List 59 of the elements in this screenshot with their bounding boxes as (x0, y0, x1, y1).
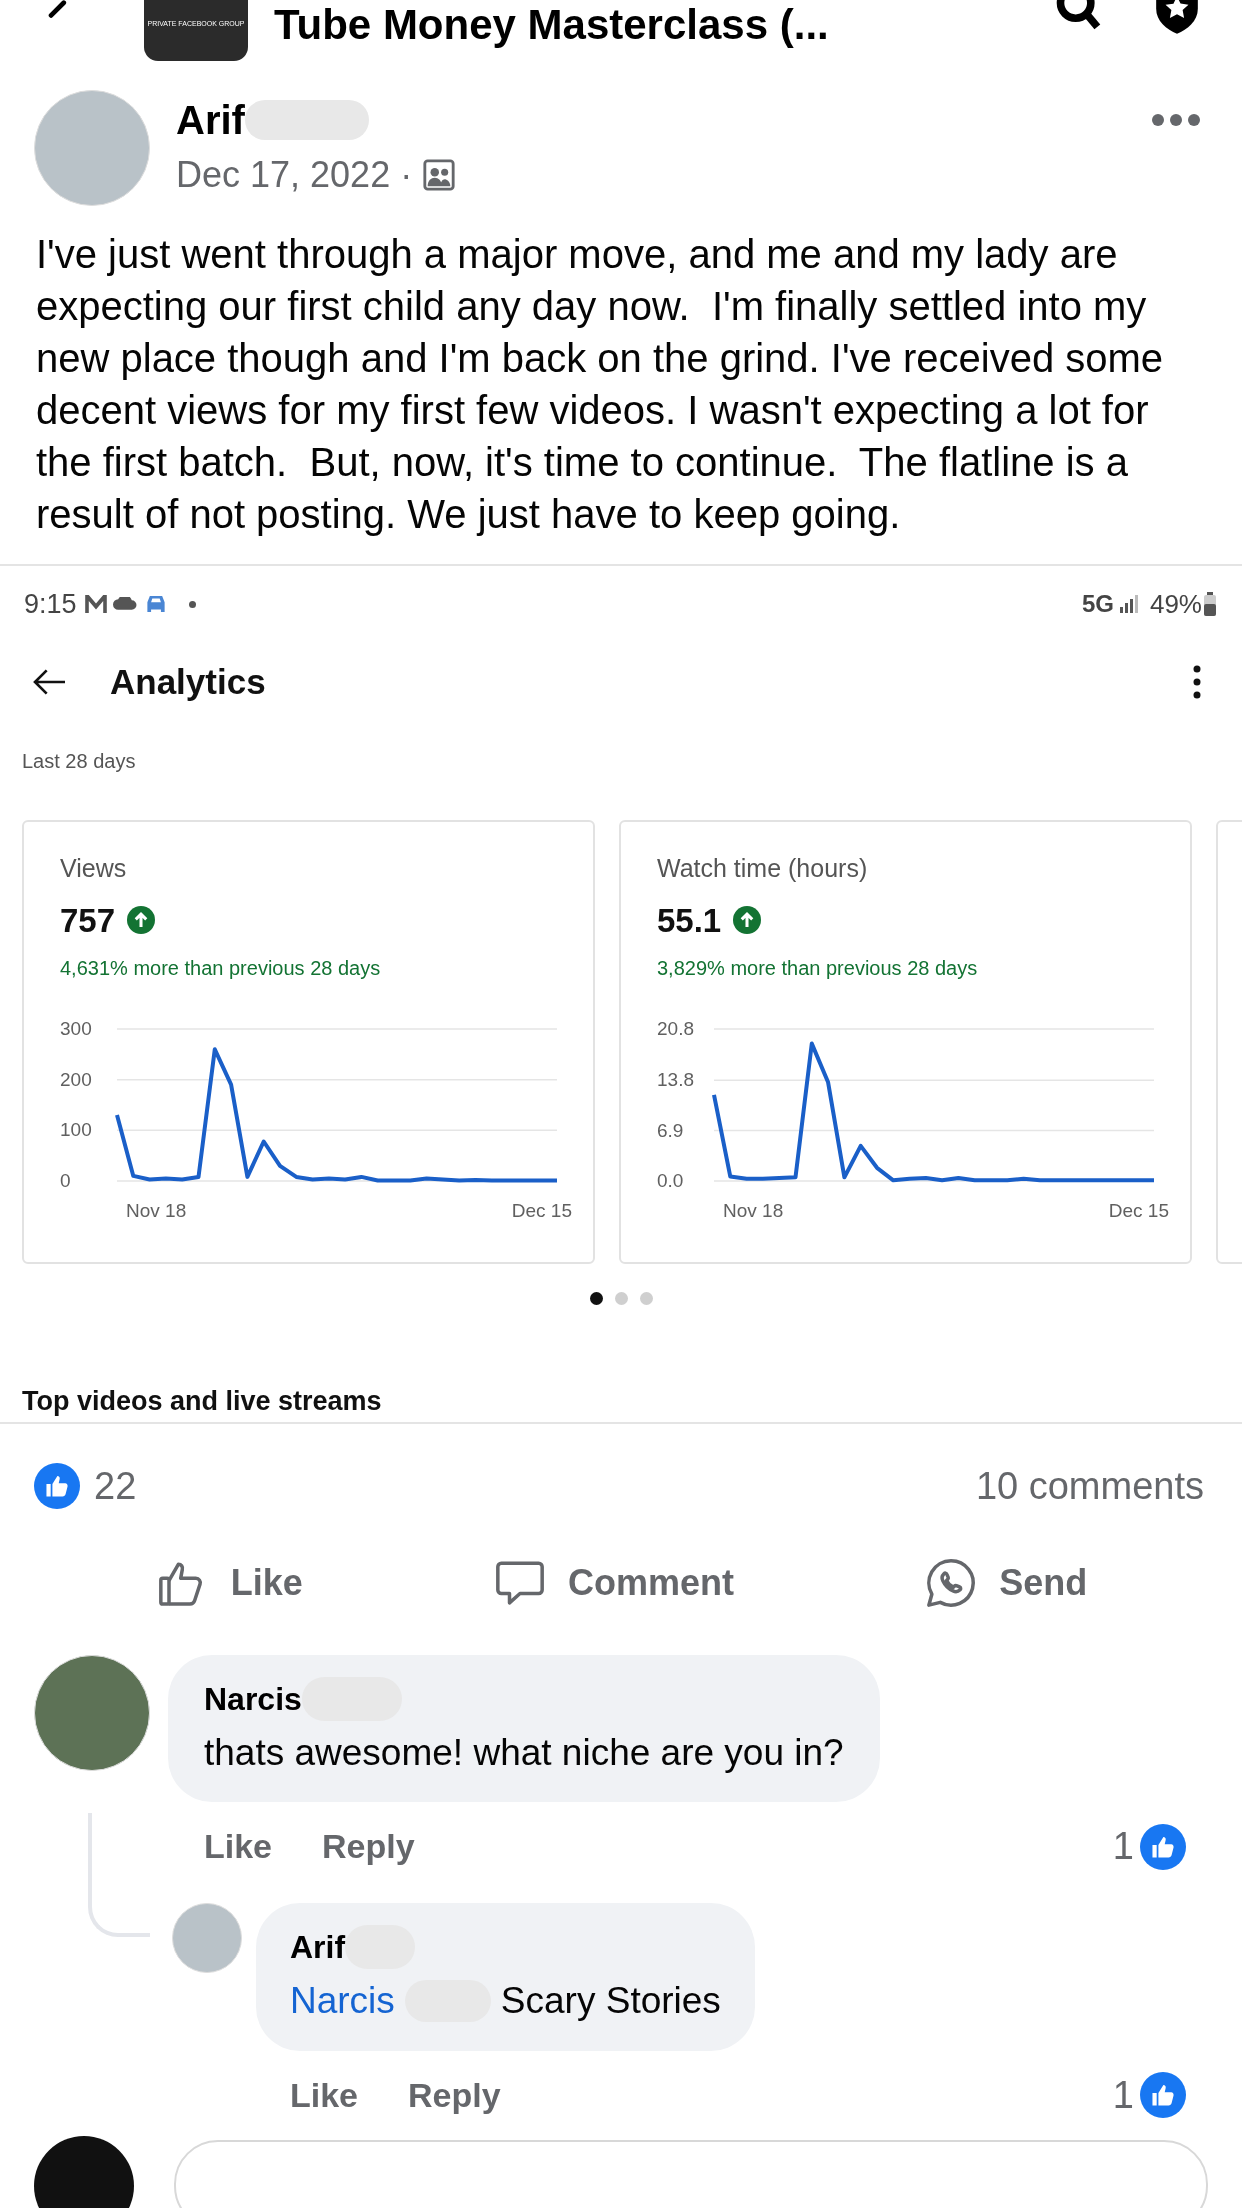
axis-tick-label: Dec 15 (511, 1199, 572, 1223)
axis-tick-label: 20.8 (657, 1019, 694, 1038)
action-button[interactable]: Comment (482, 1554, 744, 1611)
axis-tick-label: 6.9 (657, 1120, 684, 1140)
section-title: Top videos and live streams (21, 1385, 383, 1418)
like-reaction-icon (34, 1463, 80, 1509)
action-button[interactable]: Like (144, 1554, 313, 1611)
battery-icon (1202, 591, 1218, 617)
car-icon (146, 596, 165, 612)
metric-label: Watch time (hours) (657, 853, 869, 884)
comment-like-count: 1 (1112, 2072, 1134, 2118)
reply-link[interactable]: Reply (322, 1821, 415, 1872)
cloud-icon (112, 597, 137, 611)
comment-text: thats awesome! what niche are you in? (204, 1730, 844, 1775)
mention-link[interactable]: Narcis (290, 1973, 395, 2029)
metric-change: 4,631% more than previous 28 days (60, 956, 382, 981)
status-time: 9:15 (24, 587, 77, 621)
comment-like-count: 1 (1112, 1824, 1134, 1869)
comment-author[interactable]: Arif (290, 1923, 346, 1971)
axis-tick-label: Nov 18 (723, 1199, 784, 1223)
axis-tick-label: 100 (60, 1120, 92, 1140)
axis-tick-label: Dec 15 (1108, 1199, 1169, 1223)
author-name[interactable]: Arif (176, 96, 245, 144)
more-vertical-icon[interactable] (1192, 665, 1202, 699)
axis-tick-label: 0.0 (657, 1171, 684, 1190)
comment-text: Scary Stories (500, 1979, 721, 2023)
like-reaction-icon (1140, 1823, 1186, 1870)
group-audience-icon (422, 158, 457, 192)
metric-change: 3,829% more than previous 28 days (657, 956, 979, 981)
battery-percent: 49% (1149, 587, 1202, 621)
notification-dot-icon (188, 600, 196, 608)
axis-tick-label: 300 (60, 1019, 92, 1038)
like-count[interactable]: 22 (94, 1457, 137, 1515)
avatar[interactable] (34, 2135, 134, 2208)
metric-label: Views (60, 853, 128, 884)
comment-count[interactable]: 10 comments (975, 1457, 1204, 1515)
metric-value: 55.1 (657, 900, 722, 941)
metric-value: 757 (60, 900, 116, 941)
comment-input-field[interactable] (174, 2139, 1208, 2208)
comment-author[interactable]: Narcis (204, 1674, 302, 1723)
like-link[interactable]: Like (290, 2069, 359, 2121)
post-text: I've just went through a major move, and me and my lady are expecting our first child any day now. I'm finally settled into my new place though and I'm back on the grind. I've received some decent views for my first few videos. I wasn't expecting a lot for the first batch. But, now, it's time to continue. The flatline is a result of not posting. We just have to keep going. (35, 231, 1165, 538)
action-button[interactable]: Send (913, 1554, 1098, 1611)
period-label: Last 28 days (21, 749, 137, 774)
post-date[interactable]: Dec 17, 2022 (176, 148, 391, 202)
axis-tick-label: 0 (60, 1171, 71, 1190)
signal-icon (1117, 593, 1140, 615)
axis-tick-label: 13.8 (657, 1070, 694, 1090)
reply-link[interactable]: Reply (408, 2069, 501, 2121)
mail-icon (84, 595, 107, 613)
like-reaction-icon (1140, 2072, 1186, 2118)
group-title[interactable]: Tube Money Masterclass (... (274, 4, 829, 46)
more-options-icon[interactable] (1150, 112, 1202, 128)
separator-dot: · (400, 153, 413, 197)
screen-title: Analytics (110, 660, 266, 703)
axis-tick-label: Nov 18 (126, 1199, 187, 1223)
axis-tick-label: 200 (60, 1069, 92, 1089)
network-label: 5G (1081, 589, 1114, 619)
like-link[interactable]: Like (204, 1821, 273, 1872)
